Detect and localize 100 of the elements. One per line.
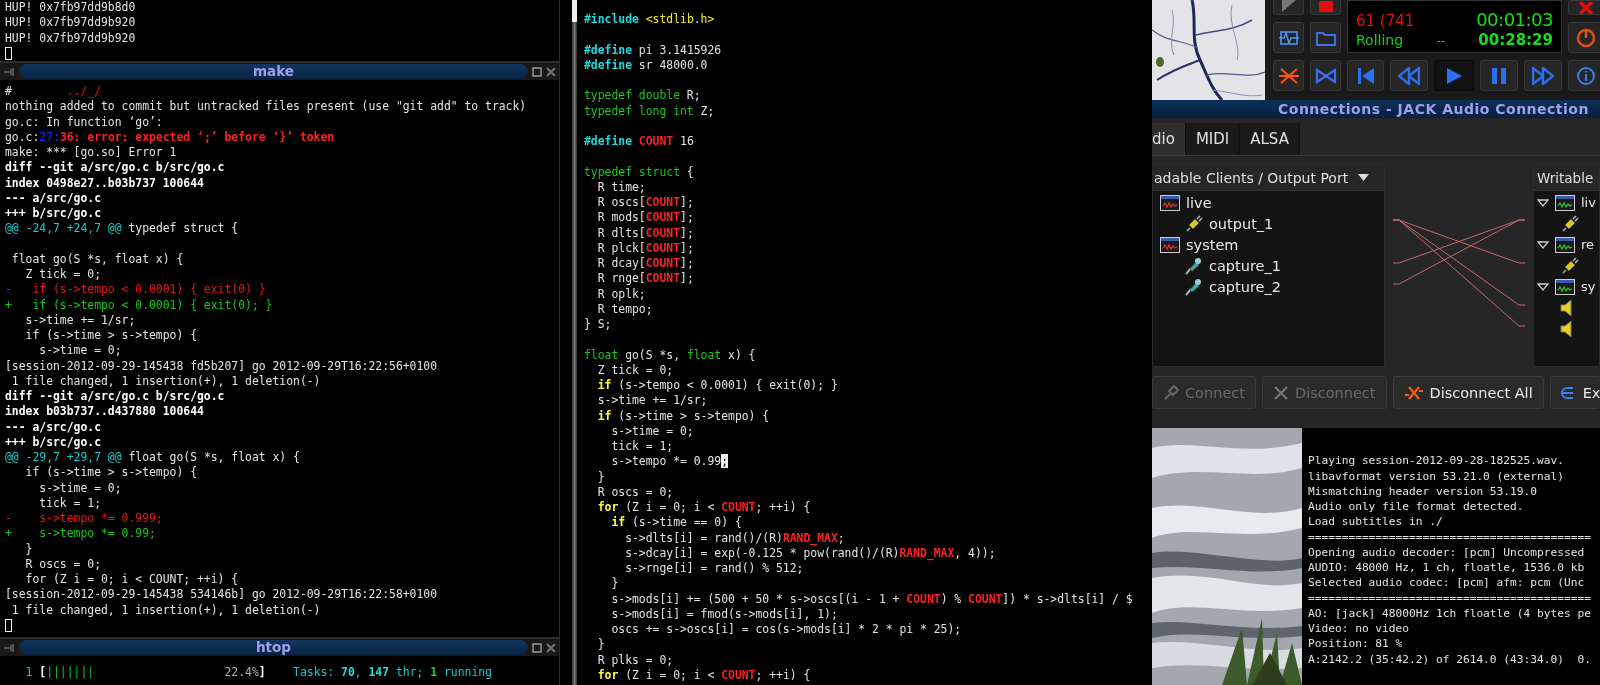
terminal-line: float go(S *s, float x) {	[10, 251, 185, 267]
transport-button[interactable]	[1434, 60, 1474, 91]
maximize-icon[interactable]	[532, 66, 542, 77]
tree-item[interactable]: liv	[1581, 195, 1596, 210]
close-icon[interactable]	[546, 66, 556, 77]
code-line: }	[610, 576, 620, 592]
code-line: }	[596, 469, 606, 485]
transport-button[interactable]	[1480, 60, 1518, 91]
waveform-window-icon	[1555, 236, 1575, 253]
terminal-line: if (s->time > s->tempo) {	[24, 465, 199, 481]
pin-icon[interactable]	[3, 66, 15, 77]
toolbar-button[interactable]	[1273, 22, 1304, 53]
action-button[interactable]: Ex	[1549, 376, 1600, 409]
terminal-line: Selected audio codec: [pcm] afm: pcm (Unc	[1308, 575, 1586, 591]
terminal-line: 1 file changed, 1 insertion(+), 1 deletion(-)	[10, 602, 322, 618]
terminal-line: - s->tempo *= 0.999;	[5, 511, 164, 527]
transport-button[interactable]	[1524, 60, 1562, 91]
sort-arrow-icon[interactable]	[1358, 173, 1370, 182]
status-text: 61 (741	[1356, 12, 1415, 30]
play-icon	[1445, 66, 1463, 85]
caret-icon[interactable]	[1537, 281, 1549, 292]
terminal-line: +++ b/src/go.c	[5, 206, 102, 222]
code-line: R rnge[COUNT];	[596, 271, 695, 287]
triangle-icon	[1279, 0, 1298, 12]
code-line: tick = 1;	[610, 439, 675, 455]
bowtie-icon	[1314, 67, 1337, 84]
tree-item[interactable]: live	[1186, 194, 1212, 211]
code-line: s->dlts[i] = rand()/(R)RAND_MAX;	[624, 530, 846, 546]
transport-button[interactable]	[1390, 60, 1428, 91]
terminal-line: for (Z i = 0; i < COUNT; ++i) {	[24, 572, 240, 588]
terminal-line: libavformat version 53.21.0 (external)	[1308, 468, 1565, 484]
terminal-line: index b03b737..d437880 100644	[5, 404, 205, 420]
terminal-line: s->time += 1/sr;	[24, 312, 137, 328]
window-title: htop	[256, 640, 291, 655]
code-line: s->mods[i] = fmod(s->mods[i], 1);	[610, 606, 839, 622]
skip-back-icon	[1356, 66, 1375, 85]
toolbar-button[interactable]	[1273, 0, 1304, 15]
code-line: R mods[COUNT];	[596, 210, 695, 226]
maximize-icon[interactable]	[532, 642, 542, 653]
terminal-line: index 0498e27..b03b737 100644	[5, 175, 205, 191]
code-line: oscs += s->oscs[i] = cos(s->mods[i] * 2 * pi * 25);	[610, 622, 963, 638]
code-line: #define pi 3.1415926	[584, 42, 723, 58]
caret-icon[interactable]	[1537, 197, 1549, 208]
close-icon[interactable]	[546, 642, 556, 653]
code-line: s->time = 0;	[610, 423, 695, 439]
toolbar-button[interactable]	[1310, 22, 1341, 53]
microphone-icon	[1183, 277, 1203, 296]
terminal-line: ==========================================	[1308, 590, 1592, 606]
terminal-line: 1 file changed, 1 insertion(+), 1 deletion(-)	[10, 373, 322, 389]
code-line: R oplk;	[596, 286, 647, 302]
tab[interactable]: MIDI	[1185, 123, 1241, 155]
broken-link-icon	[1403, 384, 1424, 401]
code-line: #include <stdlib.h>	[584, 12, 716, 28]
code-line: R plck[COUNT];	[596, 240, 695, 256]
power-icon	[1576, 27, 1596, 48]
terminal-line: if (s->time > s->tempo) {	[24, 328, 199, 344]
graph-icon	[1277, 28, 1300, 47]
toolbar-button[interactable]	[1310, 0, 1341, 15]
toolbar-button[interactable]	[1568, 0, 1600, 15]
terminal-line: R oscs = 0;	[24, 556, 102, 572]
terminal-line: Video: no video	[1308, 621, 1411, 637]
terminal-line: tick = 1;	[38, 495, 102, 511]
pin-icon[interactable]	[3, 642, 15, 653]
code-line: for (Z i = 0; i < COUNT; ++i) {	[596, 500, 812, 516]
transport-button[interactable]	[1347, 60, 1384, 91]
terminal-line: AO: [jack] 48000Hz 1ch floatle (4 bytes pe	[1308, 605, 1592, 621]
scrollbar-thumb[interactable]	[572, 0, 577, 22]
code-line: s->time += 1/sr;	[596, 393, 709, 409]
rewind-icon	[1398, 66, 1420, 85]
status-text: Rolling	[1356, 32, 1404, 48]
plug-icon	[1163, 384, 1179, 401]
terminal-line: go.c:27:36: error: expected ‘;’ before ‘}’ token	[5, 129, 336, 145]
tree-item[interactable]: capture_2	[1209, 278, 1281, 295]
action-button[interactable]: Disconnect All	[1392, 376, 1544, 409]
transport-button[interactable]	[1273, 60, 1304, 91]
terminal-line: @@ -29,7 +29,7 @@ float go(S *s, float x) {	[5, 450, 301, 466]
toolbar-button[interactable]	[1568, 60, 1600, 91]
caret-icon[interactable]	[1537, 239, 1549, 250]
microphone-icon	[1183, 256, 1203, 275]
terminal-line: Opening audio decoder: [pcm] Uncompressed	[1308, 544, 1586, 560]
cross-icon	[1277, 66, 1300, 85]
code-line: } S;	[584, 317, 613, 333]
scrollbar[interactable]	[572, 0, 577, 685]
code-line: s->tempo *= 0.99;	[610, 454, 730, 470]
transport-button[interactable]	[1310, 60, 1341, 91]
tree-item[interactable]: sy	[1581, 279, 1596, 294]
tab[interactable]: dio	[1152, 123, 1186, 155]
waveform-window-icon	[1160, 236, 1180, 253]
code-line: float go(S *s, float x) {	[584, 347, 757, 363]
tree-item[interactable]: re	[1581, 237, 1595, 252]
tree-item[interactable]: capture_1	[1209, 257, 1281, 274]
terminal-line: Z tick = 0;	[24, 267, 102, 283]
tab[interactable]: ALSA	[1240, 123, 1300, 155]
tree-item[interactable]: output_1	[1209, 215, 1274, 232]
terminal-line: s->time = 0;	[38, 480, 123, 496]
terminal-line: + s->tempo *= 0.99;	[5, 526, 157, 542]
code-line: typedef double R;	[584, 88, 702, 104]
tree-item[interactable]: system	[1186, 236, 1239, 253]
toolbar-button[interactable]	[1568, 22, 1600, 53]
terminal-line: diff --git a/src/go.c b/src/go.c	[5, 389, 226, 405]
